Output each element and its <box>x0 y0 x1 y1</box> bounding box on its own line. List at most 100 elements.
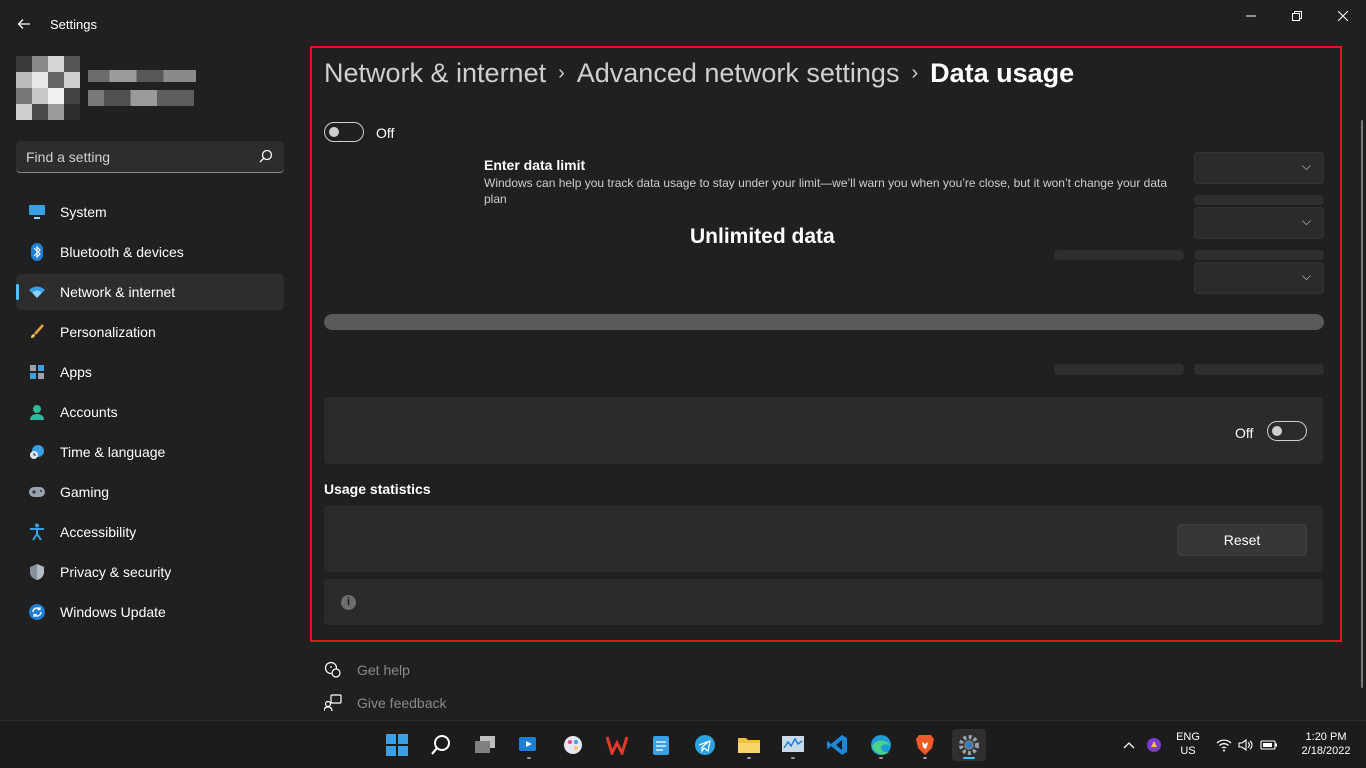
back-arrow-icon <box>17 19 30 29</box>
sidebar-item-label: Privacy & security <box>60 564 172 580</box>
sidebar-item-accounts[interactable]: Accounts <box>16 394 284 430</box>
avatar <box>16 56 80 120</box>
chevron-right-icon: › <box>558 62 565 84</box>
sidebar-item-time-language[interactable]: Time & language <box>16 434 284 470</box>
sidebar-item-accessibility[interactable]: Accessibility <box>16 514 284 550</box>
input-language[interactable]: ENG US <box>1172 731 1204 757</box>
taskbar-app-notepad[interactable] <box>644 729 678 761</box>
task-view-button[interactable] <box>468 729 502 761</box>
sidebar-item-bluetooth[interactable]: Bluetooth & devices <box>16 234 284 270</box>
sidebar-item-label: Gaming <box>60 484 110 500</box>
metered-toggle-state: Off <box>1235 425 1254 441</box>
telegram-icon <box>695 735 715 755</box>
breadcrumb: Network & internet › Advanced network sett… <box>324 58 1074 89</box>
taskbar-app-edge[interactable] <box>864 729 898 761</box>
sidebar-item-label: Accessibility <box>60 524 137 540</box>
scrollbar[interactable] <box>1361 120 1363 688</box>
paint-icon <box>564 736 582 754</box>
close-icon <box>1337 10 1349 22</box>
data-limit-toggle[interactable] <box>324 122 364 142</box>
minimize-button[interactable] <box>1228 0 1274 32</box>
clock-date: 2/18/2022 <box>1301 745 1351 757</box>
metered-toggle[interactable] <box>1267 421 1307 441</box>
accessibility-icon <box>28 523 46 541</box>
restore-icon <box>1292 11 1302 21</box>
sidebar-item-privacy[interactable]: Privacy & security <box>16 554 284 590</box>
placeholder-bar <box>1054 364 1184 375</box>
tray-app-icon-graphic <box>1147 738 1161 752</box>
page-title: Data usage <box>930 58 1075 88</box>
sidebar-item-label: Network & internet <box>60 284 176 300</box>
taskbar-app-vscode[interactable] <box>820 729 854 761</box>
start-button[interactable] <box>380 729 414 761</box>
help-chat-icon <box>324 661 341 678</box>
sidebar-item-network[interactable]: Network & internet <box>16 274 284 310</box>
taskbar-app-brave[interactable] <box>908 729 942 761</box>
sidebar-item-label: Accounts <box>60 404 118 420</box>
sidebar-item-system[interactable]: System <box>16 194 284 230</box>
shield-icon <box>28 563 46 581</box>
vscode-icon <box>827 735 847 755</box>
show-hidden-icons-button[interactable] <box>1117 729 1141 761</box>
sidebar-item-apps[interactable]: Apps <box>16 354 284 390</box>
title-bar: Settings <box>0 0 1366 48</box>
windows-logo-icon <box>386 734 408 756</box>
data-limit-toggle-state: Off <box>376 125 395 141</box>
wifi-icon <box>1216 739 1232 752</box>
sidebar-item-label: Personalization <box>60 324 156 340</box>
sidebar-item-windows-update[interactable]: Windows Update <box>16 594 284 630</box>
taskbar-app-settings[interactable] <box>952 729 986 761</box>
region-code: US <box>1180 745 1196 757</box>
notepad-icon <box>653 736 669 755</box>
taskbar-app-monitor[interactable] <box>776 729 810 761</box>
tray-app-icon[interactable] <box>1142 729 1166 761</box>
feedback-icon <box>324 694 342 712</box>
brave-icon <box>916 735 934 755</box>
wifi-icon <box>28 283 46 301</box>
search-icon <box>431 735 450 755</box>
breadcrumb-advanced[interactable]: Advanced network settings <box>577 58 900 88</box>
sidebar-item-label: Windows Update <box>60 604 166 620</box>
monitor-icon <box>28 203 46 221</box>
reset-button[interactable]: Reset <box>1177 524 1307 556</box>
data-limit-unit-dropdown[interactable]: ⌵ <box>1194 262 1324 294</box>
sidebar-item-personalization[interactable]: Personalization <box>16 314 284 350</box>
restore-button[interactable] <box>1274 0 1320 32</box>
sidebar-nav: System Bluetooth & devices Network & int… <box>16 194 284 634</box>
profile-name-redacted <box>88 70 196 82</box>
close-button[interactable] <box>1320 0 1366 32</box>
limit-description: Windows can help you track data usage to… <box>484 176 1168 206</box>
running-indicator <box>963 757 975 759</box>
usage-statistics-heading: Usage statistics <box>324 481 431 497</box>
taskbar-app-wps[interactable] <box>600 729 634 761</box>
get-help-label: Get help <box>357 662 410 678</box>
back-button[interactable] <box>10 10 38 38</box>
sidebar-item-label: Bluetooth & devices <box>60 244 184 260</box>
limit-type-dropdown[interactable]: ⌵ <box>1194 152 1324 184</box>
reset-date-dropdown[interactable]: ⌵ <box>1194 207 1324 239</box>
chevron-right-icon: › <box>911 62 919 84</box>
taskbar-app-telegram[interactable] <box>688 729 722 761</box>
taskbar-app-paint[interactable] <box>556 729 590 761</box>
taskbar-app-file-explorer[interactable] <box>732 729 766 761</box>
clock[interactable]: 1:20 PM 2/18/2022 <box>1290 731 1362 757</box>
remote-desktop-icon <box>519 737 536 751</box>
taskbar-search-button[interactable] <box>424 729 458 761</box>
quick-settings-button[interactable] <box>1212 729 1282 761</box>
controller-icon <box>28 483 46 501</box>
limit-title: Enter data limit <box>484 157 586 173</box>
metered-connection-card <box>324 397 1323 464</box>
search-placeholder: Find a setting <box>26 149 111 165</box>
chevron-down-icon: ⌵ <box>1301 159 1311 173</box>
search-input[interactable]: Find a setting <box>16 141 284 173</box>
taskbar-app-remote[interactable] <box>512 729 546 761</box>
app-title: Settings <box>50 17 97 32</box>
info-icon: i <box>341 595 356 610</box>
user-profile[interactable] <box>16 56 286 126</box>
breadcrumb-network[interactable]: Network & internet <box>324 58 546 88</box>
folder-icon <box>738 738 760 753</box>
profile-email-redacted <box>88 90 194 106</box>
give-feedback-label: Give feedback <box>357 695 447 711</box>
sidebar-item-gaming[interactable]: Gaming <box>16 474 284 510</box>
usage-statistics-card <box>324 506 1323 572</box>
